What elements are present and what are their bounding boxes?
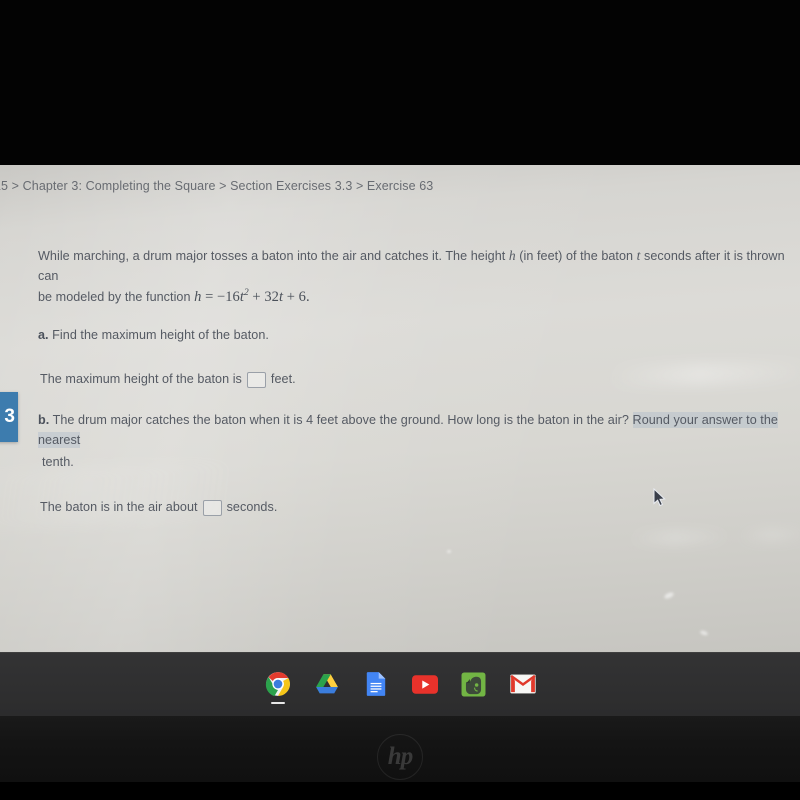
google-drive-icon-glyph bbox=[315, 674, 338, 694]
chrome-icon[interactable] bbox=[265, 671, 291, 697]
part-b-prompt: b. The drum major catches the baton when… bbox=[38, 411, 786, 450]
part-b-answer-input[interactable] bbox=[202, 499, 222, 516]
equation-equals: = bbox=[205, 289, 214, 306]
screen-glare bbox=[629, 530, 731, 545]
taskbar bbox=[0, 652, 800, 716]
part-a-answer-prefix: The maximum height of the baton is bbox=[40, 372, 242, 386]
screen-glare bbox=[739, 528, 800, 542]
screen-glare bbox=[609, 360, 800, 388]
variable-h: h bbox=[508, 248, 516, 263]
breadcrumb[interactable]: 15 > Chapter 3: Completing the Square > … bbox=[0, 179, 433, 193]
problem-body: While marching, a drum major tosses a ba… bbox=[38, 246, 786, 516]
equation-term1-exponent: 2 bbox=[243, 288, 249, 299]
dust-speck bbox=[447, 550, 451, 553]
dust-speck bbox=[663, 591, 675, 600]
dust-speck bbox=[699, 629, 709, 637]
youtube-icon[interactable] bbox=[411, 671, 438, 697]
laptop-screen-photo: 15 > Chapter 3: Completing the Square > … bbox=[0, 0, 800, 800]
gmail-icon-glyph bbox=[509, 674, 536, 694]
equation-term1-sign: − bbox=[217, 289, 226, 306]
browser-page bbox=[0, 165, 800, 652]
laptop-bezel: hp bbox=[0, 716, 800, 782]
part-a-label: a. bbox=[38, 328, 49, 342]
equation-lhs: h bbox=[194, 289, 202, 306]
youtube-icon-glyph bbox=[411, 674, 438, 694]
part-b-prompt-line2: tenth. bbox=[42, 455, 74, 469]
equation-period: . bbox=[305, 289, 310, 306]
evernote-icon[interactable] bbox=[461, 671, 487, 697]
problem-stem: While marching, a drum major tosses a ba… bbox=[38, 246, 786, 309]
part-a-prompt: a. Find the maximum height of the baton. bbox=[38, 326, 269, 346]
stem-text-part1: While marching, a drum major tosses a ba… bbox=[38, 249, 506, 263]
exercise-number-label: 3 bbox=[4, 406, 15, 427]
part-b-prompt-text: The drum major catches the baton when it… bbox=[52, 413, 629, 427]
screen-glare bbox=[0, 457, 242, 533]
height-equation: h = −16t2 + 32t + 6. bbox=[194, 288, 310, 306]
chrome-icon-glyph bbox=[265, 672, 290, 697]
part-a-answer-input[interactable] bbox=[246, 371, 266, 388]
equation-term2-coef: 32 bbox=[264, 289, 279, 306]
exercise-number-tab[interactable]: 3 bbox=[0, 392, 18, 442]
equation-term2-var: t bbox=[278, 289, 284, 306]
part-b-label: b. bbox=[38, 413, 50, 427]
equation-term2-op: + bbox=[252, 289, 261, 306]
mouse-cursor bbox=[653, 488, 666, 507]
google-drive-icon[interactable] bbox=[314, 671, 340, 697]
part-b-answer-suffix: seconds. bbox=[226, 500, 278, 514]
taskbar-icon-list bbox=[0, 652, 800, 716]
part-b-answer-prefix: The baton is in the air about bbox=[40, 500, 198, 514]
stem-text-part2: (in feet) of the baton bbox=[519, 249, 634, 263]
gmail-icon[interactable] bbox=[509, 671, 536, 697]
google-docs-icon[interactable] bbox=[363, 671, 389, 697]
part-b-prompt-continuation: tenth. bbox=[42, 453, 74, 473]
equation-term1-coef: 16 bbox=[225, 289, 240, 306]
stem-text-part4: be modeled by the function bbox=[38, 290, 191, 305]
hp-logo: hp bbox=[377, 734, 423, 780]
part-a-answer-suffix: feet. bbox=[270, 372, 296, 386]
part-a-answer-line: The maximum height of the baton is feet. bbox=[40, 370, 296, 390]
google-docs-icon-glyph bbox=[366, 672, 385, 696]
letterbox-bottom bbox=[0, 782, 800, 800]
part-b-answer-line: The baton is in the air about seconds. bbox=[40, 498, 277, 518]
evernote-icon-glyph bbox=[461, 672, 486, 696]
letterbox-top bbox=[0, 0, 800, 165]
part-a-prompt-text: Find the maximum height of the baton. bbox=[52, 328, 269, 342]
equation-term3-op: + bbox=[286, 289, 295, 306]
equation-term3-const: 6 bbox=[298, 289, 306, 306]
variable-t: t bbox=[636, 248, 641, 263]
